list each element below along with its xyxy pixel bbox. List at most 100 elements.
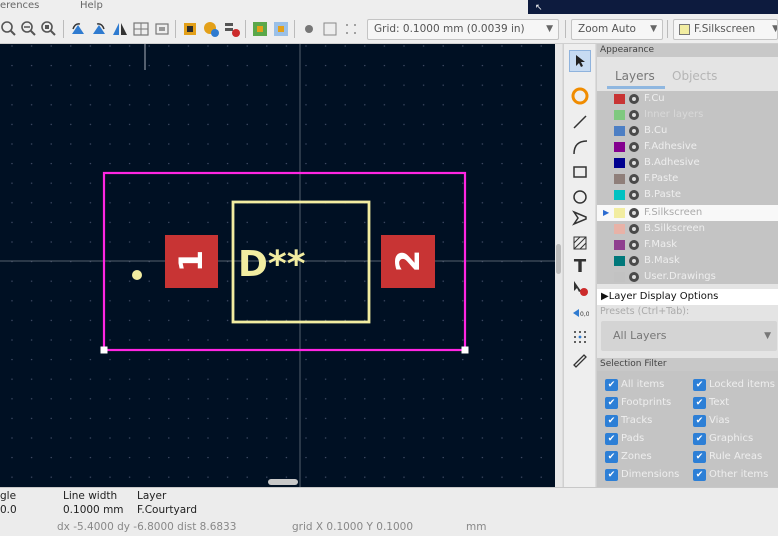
grid-origin-tool[interactable]	[569, 326, 591, 348]
delete-tool[interactable]	[569, 277, 591, 299]
eye-icon[interactable]	[629, 208, 639, 218]
eye-icon[interactable]	[629, 272, 639, 282]
ruler-icon	[573, 354, 587, 368]
layer-row-fmask[interactable]: F.Mask	[597, 237, 778, 253]
filter-zones[interactable]: Zones	[605, 449, 652, 465]
appearance-panel: Appearance Layers Objects F.Cu Inner lay…	[596, 44, 778, 487]
polygon-icon	[572, 210, 587, 226]
eye-icon[interactable]	[629, 142, 639, 152]
zoom-fit-icon[interactable]	[40, 20, 58, 38]
footprint-canvas[interactable]: D** 1 2	[0, 44, 562, 487]
layer-row-bpaste[interactable]: B.Paste	[597, 187, 778, 203]
selection-filter-header: Selection Filter	[597, 358, 778, 371]
eye-icon[interactable]	[629, 126, 639, 136]
layer-row-fcu[interactable]: F.Cu	[597, 91, 778, 107]
eye-icon[interactable]	[629, 240, 639, 250]
check-footprint-icon[interactable]	[223, 20, 241, 38]
layer-row-userdrawings[interactable]: User.Drawings	[597, 269, 778, 285]
filter-locked-items[interactable]: Locked items	[693, 377, 775, 393]
filter-tracks[interactable]: Tracks	[605, 413, 652, 429]
filter-vias[interactable]: Vias	[693, 413, 730, 429]
save-to-board-icon[interactable]	[272, 20, 290, 38]
layer-color-swatch	[679, 24, 690, 35]
tab-layers[interactable]: Layers	[615, 69, 655, 83]
add-pad-tool[interactable]	[569, 85, 591, 107]
set-anchor-tool[interactable]: 0,0	[569, 302, 591, 324]
rotate-cw-icon[interactable]	[90, 20, 108, 38]
mirror-icon[interactable]	[111, 20, 129, 38]
measure-tool[interactable]	[569, 350, 591, 372]
layer-row-inner[interactable]: Inner layers	[597, 107, 778, 123]
load-from-board-icon[interactable]	[251, 20, 269, 38]
resize-handle[interactable]	[461, 346, 469, 354]
pointer-icon	[576, 55, 585, 67]
horizontal-scrollbar[interactable]	[268, 479, 298, 485]
filter-footprints[interactable]: Footprints	[605, 395, 671, 411]
resize-handle[interactable]	[100, 346, 108, 354]
eye-icon[interactable]	[629, 256, 639, 266]
presets-label: Presets (Ctrl+Tab):	[600, 306, 690, 317]
rule-area-tool[interactable]	[569, 232, 591, 254]
zoom-in-icon[interactable]	[0, 20, 18, 38]
draw-circle-tool[interactable]	[569, 186, 591, 208]
show-grid-icon[interactable]	[342, 20, 360, 38]
linewidth-value: 0.1000 mm	[63, 504, 124, 516]
eye-icon[interactable]	[629, 174, 639, 184]
add-text-tool[interactable]: T	[569, 255, 591, 277]
pad-icon	[571, 87, 589, 105]
eye-icon[interactable]	[629, 158, 639, 168]
filter-text[interactable]: Text	[693, 395, 729, 411]
layer-select[interactable]: F.Silkscreen▼	[673, 19, 778, 40]
eye-icon[interactable]	[629, 224, 639, 234]
eye-icon[interactable]	[629, 94, 639, 104]
presets-select[interactable]: All Layers ▼	[601, 321, 777, 351]
layer-display-options-toggle[interactable]: ▶Layer Display Options	[597, 289, 778, 305]
pad-table-icon[interactable]	[132, 20, 150, 38]
units-readout: mm	[466, 521, 487, 533]
grid-select[interactable]: Grid: 0.1000 mm (0.0039 in) ▼	[367, 19, 559, 40]
pad-2-number: 2	[389, 250, 427, 272]
appearance-header: Appearance	[597, 44, 778, 57]
active-layer-caret-icon: ▶	[603, 208, 610, 217]
active-tab-indicator	[607, 86, 665, 89]
layer-row-bmask[interactable]: B.Mask	[597, 253, 778, 269]
eye-icon[interactable]	[629, 190, 639, 200]
tab-objects[interactable]: Objects	[672, 69, 717, 83]
footprint-editor-icon[interactable]	[181, 20, 199, 38]
footprint-settings-icon[interactable]	[202, 20, 220, 38]
select-tool[interactable]	[569, 50, 591, 72]
draw-arc-tool[interactable]	[569, 136, 591, 158]
layer-row-bcu[interactable]: B.Cu	[597, 123, 778, 139]
footprint-properties-icon[interactable]	[153, 20, 171, 38]
layer-row-fsilkscreen[interactable]: ▶ F.Silkscreen	[597, 205, 778, 221]
menu-help[interactable]: Help	[80, 0, 103, 12]
eye-icon[interactable]	[629, 110, 639, 120]
reference-text[interactable]: D**	[238, 244, 306, 285]
vertical-scrollbar[interactable]	[555, 44, 562, 487]
draw-polygon-tool[interactable]	[569, 207, 591, 229]
zoom-select[interactable]: Zoom Auto ▼	[571, 19, 663, 40]
circle-icon	[573, 190, 587, 204]
draw-line-tool[interactable]	[569, 111, 591, 133]
footprint-wizard-icon[interactable]	[300, 20, 318, 38]
hatched-area-icon	[573, 236, 587, 250]
filter-all-items[interactable]: All items	[605, 377, 664, 393]
filter-pads[interactable]: Pads	[605, 431, 644, 447]
filter-other-items[interactable]: Other items	[693, 467, 768, 483]
layer-row-badhesive[interactable]: B.Adhesive	[597, 155, 778, 171]
layer-row-fadhesive[interactable]: F.Adhesive	[597, 139, 778, 155]
layer-row-fpaste[interactable]: F.Paste	[597, 171, 778, 187]
status-bar: gle 0.0 Line width 0.1000 mm Layer F.Cou…	[0, 487, 778, 536]
window-titlebar-fragment: ↖	[528, 0, 778, 14]
chevron-down-icon: ▼	[764, 331, 771, 341]
filter-graphics[interactable]: Graphics	[693, 431, 753, 447]
filter-rule-areas[interactable]: Rule Areas	[693, 449, 762, 465]
expand-arrow-icon: ▶	[601, 291, 609, 302]
layer-row-bsilkscreen[interactable]: B.Silkscreen	[597, 221, 778, 237]
filter-dimensions[interactable]: Dimensions	[605, 467, 679, 483]
grid-origin-icon[interactable]	[321, 20, 339, 38]
zoom-out-icon[interactable]	[20, 20, 38, 38]
rotate-ccw-icon[interactable]	[69, 20, 87, 38]
menu-preferences[interactable]: erences	[0, 0, 39, 12]
draw-rectangle-tool[interactable]	[569, 161, 591, 183]
